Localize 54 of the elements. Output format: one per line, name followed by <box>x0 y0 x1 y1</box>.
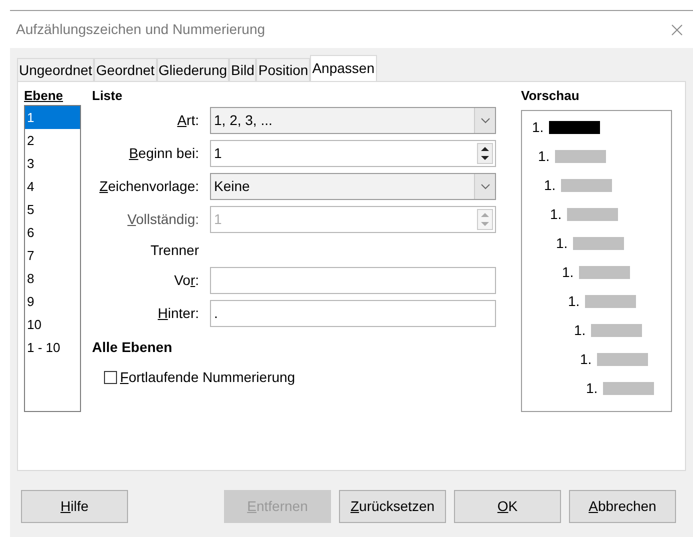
close-icon[interactable] <box>671 24 683 36</box>
field-label: Art: <box>176 111 200 130</box>
preview-number: 1. <box>574 321 586 340</box>
window-title: Aufzählungszeichen und Nummerierung <box>16 20 266 39</box>
separator-heading: Trenner <box>149 240 200 260</box>
preview-number: 1. <box>586 379 598 398</box>
text-field[interactable] <box>210 267 496 294</box>
level-item[interactable]: 5 <box>25 198 80 221</box>
field-label: Hinter: <box>156 304 200 323</box>
checkbox[interactable] <box>104 371 117 384</box>
level-item[interactable]: 3 <box>25 152 80 175</box>
preview-number: 1. <box>538 147 550 166</box>
level-item[interactable]: 8 <box>25 267 80 290</box>
level-heading: Ebene <box>24 87 64 104</box>
preview-number: 1. <box>556 234 568 253</box>
spin-field[interactable]: 1 <box>210 140 496 167</box>
tab[interactable]: Position <box>256 58 310 81</box>
dialog-button[interactable]: OK <box>454 490 561 523</box>
dropdown-field[interactable]: Keine <box>210 173 496 200</box>
list-heading: Liste <box>92 87 124 104</box>
level-item[interactable]: 1 <box>25 106 80 129</box>
preview-number: 1. <box>532 118 544 137</box>
dialog-button[interactable]: Hilfe <box>21 490 128 523</box>
chevron-down-icon <box>480 184 490 190</box>
level-item[interactable]: 9 <box>25 290 80 313</box>
checkbox-label[interactable]: Fortlaufende Nummerierung <box>120 367 296 388</box>
tab[interactable]: Anpassen <box>310 55 376 81</box>
preview-number: 1. <box>568 292 580 311</box>
all-levels-heading: Alle Ebenen <box>92 338 174 357</box>
preview-number: 1. <box>544 176 556 195</box>
level-item[interactable]: 7 <box>25 244 80 267</box>
dialog-button[interactable]: Zurücksetzen <box>339 490 446 523</box>
tab[interactable]: Bild <box>229 58 256 81</box>
preview-number: 1. <box>562 263 574 282</box>
chevron-down-icon <box>480 118 490 124</box>
level-item[interactable]: 10 <box>25 313 80 336</box>
dropdown-field[interactable]: 1, 2, 3, ... <box>210 107 496 134</box>
level-item[interactable]: 6 <box>25 221 80 244</box>
field-label: Zeichenvorlage: <box>98 177 200 196</box>
preview-heading: Vorschau <box>521 87 580 104</box>
tab[interactable]: Ungeordnet <box>17 58 94 81</box>
field-label: Beginn bei: <box>128 144 200 163</box>
preview-number: 1. <box>550 205 562 224</box>
level-item[interactable]: 1 - 10 <box>25 336 80 359</box>
level-item[interactable]: 2 <box>25 129 80 152</box>
field-label: Vollständig: <box>126 210 200 229</box>
level-item[interactable]: 4 <box>25 175 80 198</box>
spin-arrows-icon[interactable] <box>477 143 493 164</box>
preview-number: 1. <box>580 350 592 369</box>
field-label: Vor: <box>173 271 200 290</box>
text-field[interactable]: . <box>210 300 496 327</box>
dialog-button[interactable]: Abbrechen <box>569 490 676 523</box>
tab[interactable]: Geordnet <box>94 58 157 81</box>
tab[interactable]: Gliederung <box>156 58 230 81</box>
